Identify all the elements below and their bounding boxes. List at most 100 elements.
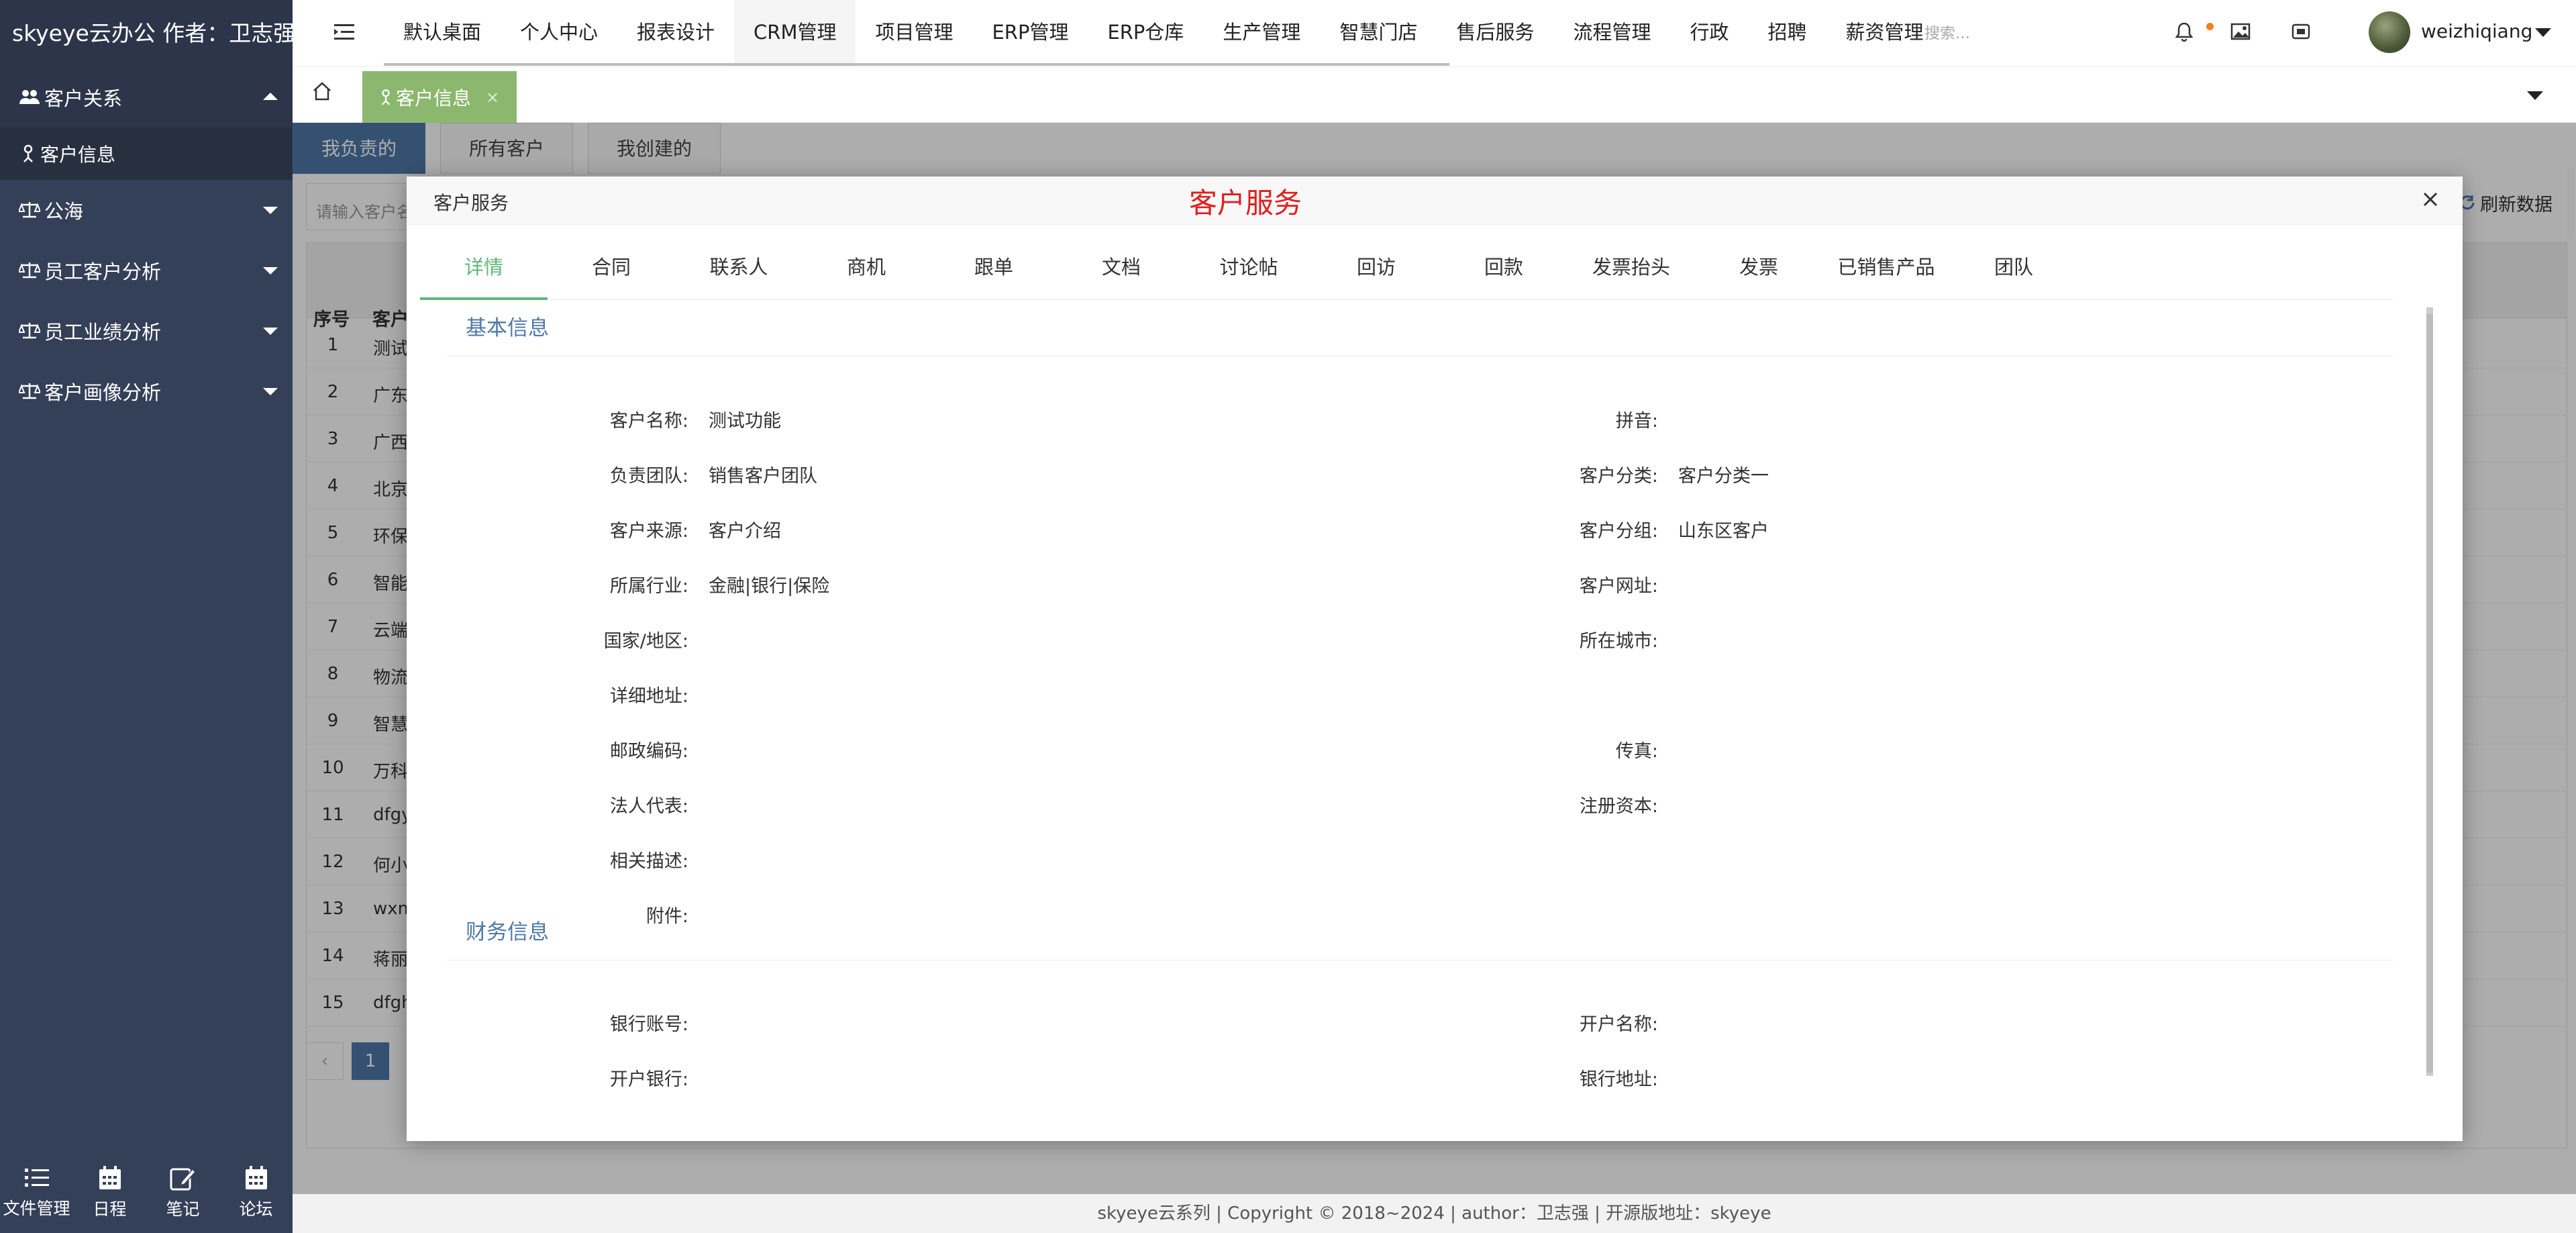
sidebar-group-customer-portrait-analysis[interactable]: 客户画像分析 <box>0 361 293 422</box>
schedule-label: 日程 <box>93 1199 127 1219</box>
sidebar-bottom-bar: 文件管理 日程 笔记 论坛 <box>0 1152 293 1233</box>
field-label: 所属行业: <box>609 576 688 597</box>
field-label: 银行地址: <box>1579 1069 1658 1090</box>
scale-icon <box>19 322 40 340</box>
avatar[interactable] <box>2369 11 2410 53</box>
scale-icon <box>19 261 40 280</box>
nav-tab-project[interactable]: 项目管理 <box>856 0 972 67</box>
chevron-down-icon <box>263 267 278 275</box>
field-value: 客户分类一 <box>1678 466 1769 487</box>
sidebar-group-label: 公海 <box>44 200 84 223</box>
modal-tab[interactable]: 合同 <box>548 238 675 300</box>
tab-dropdown-icon[interactable] <box>2527 91 2543 100</box>
bell-icon[interactable] <box>2175 21 2193 42</box>
modal-tab[interactable]: 商机 <box>803 238 930 300</box>
sidebar-group-employee-customer-analysis[interactable]: 员工客户分析 <box>0 240 293 301</box>
field-label: 拼音: <box>1615 411 1658 432</box>
field-label: 客户网址: <box>1579 576 1658 597</box>
modal-tab[interactable]: 联系人 <box>675 238 803 300</box>
nav-tab-recruit[interactable]: 招聘 <box>1749 0 1826 67</box>
users-icon <box>19 88 40 107</box>
forum-button[interactable]: 论坛 <box>219 1152 293 1233</box>
page-scrollbar[interactable] <box>2567 166 2574 240</box>
sidebar-group-employee-performance-analysis[interactable]: 员工业绩分析 <box>0 301 293 361</box>
customer-service-modal: 客户服务 客户服务 详情 合同 联系人 商机 跟单 文档 讨论帖 回访 回款 发票抬头 发票 已销售产… <box>407 177 2463 1141</box>
field-label: 客户分组: <box>1579 521 1658 542</box>
nav-tab-erp-warehouse[interactable]: ERP仓库 <box>1088 0 1203 67</box>
person-icon <box>21 144 35 163</box>
notes-button[interactable]: 笔记 <box>146 1152 219 1233</box>
user-dropdown-icon[interactable] <box>2535 28 2551 37</box>
field-value: 测试功能 <box>709 411 781 432</box>
nav-tab-workflow[interactable]: 流程管理 <box>1553 0 1670 67</box>
modal-tab[interactable]: 回访 <box>1312 238 1440 300</box>
modal-scrollbar-thumb[interactable] <box>2426 314 2433 1073</box>
file-manager-button[interactable]: 文件管理 <box>0 1152 73 1233</box>
field-label: 邮政编码: <box>609 741 688 762</box>
nav-tab-report-design[interactable]: 报表设计 <box>617 0 734 67</box>
nav-tab-smart-store[interactable]: 智慧门店 <box>1320 0 1437 67</box>
nav-tab-crm[interactable]: CRM管理 <box>734 0 856 67</box>
sidebar-group-public-sea[interactable]: 公海 <box>0 180 293 240</box>
section-basic-info: 基本信息 <box>447 311 2393 356</box>
modal-tab[interactable]: 发票 <box>1695 238 1822 300</box>
field-label: 相关描述: <box>609 851 688 872</box>
modal-tab[interactable]: 讨论帖 <box>1185 238 1312 300</box>
nav-tab-after-sales[interactable]: 售后服务 <box>1437 0 1553 67</box>
field-value: 金融|银行|保险 <box>709 576 830 597</box>
modal-tab[interactable]: 文档 <box>1058 238 1185 300</box>
top-nav-bar: 默认桌面 个人中心 报表设计 CRM管理 项目管理 ERP管理 ERP仓库 生产… <box>293 0 2576 67</box>
chevron-down-icon <box>263 388 278 395</box>
sidebar-item-label: 客户信息 <box>40 144 116 166</box>
search-input[interactable]: 搜索... <box>1924 20 2018 43</box>
field-value: 客户介绍 <box>709 521 781 542</box>
modal-header: 客户服务 客户服务 <box>407 177 2463 225</box>
sidebar-item-customer-info[interactable]: 客户信息 <box>0 128 293 180</box>
field-label: 客户名称: <box>609 411 688 432</box>
sidebar-group-label: 员工业绩分析 <box>44 321 162 344</box>
app-brand: skyeye云办公 作者：卫志强 <box>0 0 293 67</box>
modal-tab[interactable]: 已销售产品 <box>1822 238 1950 300</box>
file-manager-label: 文件管理 <box>3 1199 70 1218</box>
image-icon[interactable] <box>2230 21 2251 42</box>
forum-label: 论坛 <box>239 1199 273 1219</box>
close-icon[interactable] <box>2418 187 2442 211</box>
list-icon <box>23 1166 50 1190</box>
modal-title: 客户服务 <box>433 192 509 214</box>
field-label: 注册资本: <box>1579 796 1658 817</box>
modal-tab[interactable]: 回款 <box>1440 238 1567 300</box>
tab-customer-info[interactable]: 客户信息 × <box>362 71 517 123</box>
section-finance-info: 财务信息 <box>447 915 2393 960</box>
modal-tab[interactable]: 发票抬头 <box>1567 238 1695 300</box>
menu-toggle-icon[interactable] <box>334 23 354 42</box>
nav-tab-erp[interactable]: ERP管理 <box>972 0 1088 67</box>
field-label: 银行账号: <box>609 1014 688 1035</box>
footer: skyeye云系列 | Copyright © 2018~2024 | auth… <box>293 1194 2576 1233</box>
field-label: 传真: <box>1615 741 1658 762</box>
chevron-up-icon <box>263 93 278 100</box>
field-label: 客户分类: <box>1579 466 1658 487</box>
close-tab-icon[interactable]: × <box>486 88 499 107</box>
schedule-button[interactable]: 日程 <box>73 1152 146 1233</box>
modal-tab[interactable]: 跟单 <box>930 238 1058 300</box>
nav-tab-personal-center[interactable]: 个人中心 <box>501 0 617 67</box>
fullscreen-icon[interactable] <box>2291 21 2311 42</box>
sidebar-group-label: 客户关系 <box>44 87 123 110</box>
modal-tab[interactable]: 团队 <box>1950 238 2077 300</box>
field-label: 开户名称: <box>1579 1014 1658 1035</box>
notification-dot <box>2206 23 2214 30</box>
modal-center-title: 客户服务 <box>1189 187 1302 219</box>
sidebar-group-label: 员工客户分析 <box>44 260 162 283</box>
username[interactable]: weizhiqiang(... <box>2421 20 2532 42</box>
field-label: 国家/地区: <box>603 631 688 652</box>
modal-tab[interactable]: 详情 <box>420 238 548 300</box>
home-icon[interactable] <box>311 81 333 102</box>
nav-tab-admin[interactable]: 行政 <box>1670 0 1748 67</box>
nav-tab-default-desktop[interactable]: 默认桌面 <box>384 0 501 67</box>
sidebar-group-customer-relation[interactable]: 客户关系 <box>0 67 293 128</box>
field-value: 销售客户团队 <box>709 466 817 487</box>
nav-tab-production[interactable]: 生产管理 <box>1203 0 1320 67</box>
nav-scrollbar[interactable] <box>384 63 1449 66</box>
tab-label: 客户信息 <box>396 87 472 109</box>
chevron-down-icon <box>263 207 278 214</box>
